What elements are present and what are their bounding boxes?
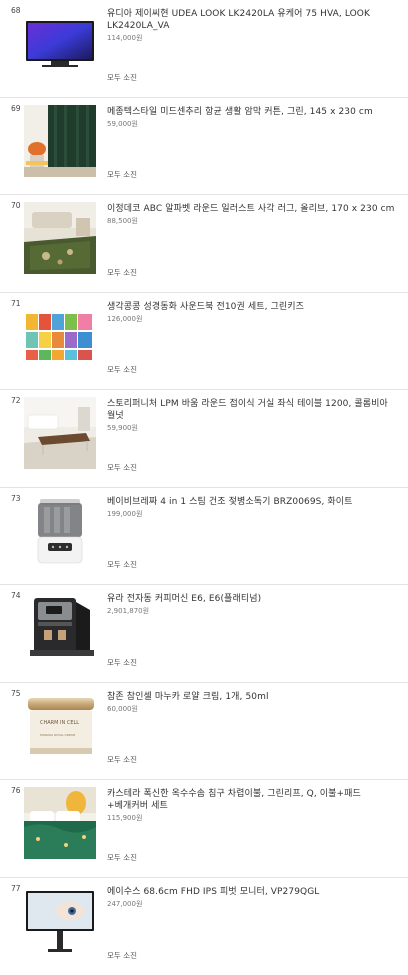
monitor-image	[24, 7, 96, 79]
bedding-image	[24, 787, 96, 859]
product-title[interactable]: 유디아 제이씨현 UDEA LOOK LK2420LA 유케어 75 HVA, …	[107, 8, 400, 32]
rank-number: 69	[11, 104, 21, 113]
sold-out-status: 모두 소진	[107, 462, 137, 473]
cream-jar-image: CHARM IN CELL MANUKA ROYAL CREAM	[24, 690, 96, 762]
product-title[interactable]: 에이수스 68.6cm FHD IPS 피벗 모니터, VP279QGL	[107, 886, 400, 898]
product-title[interactable]: 참존 참인셀 마누카 로얄 크림, 1개, 50ml	[107, 691, 400, 703]
product-price: 60,000원	[107, 704, 400, 714]
sold-out-status: 모두 소진	[107, 657, 137, 668]
rank-number: 73	[11, 494, 21, 503]
rug-image	[24, 202, 96, 274]
product-title[interactable]: 생각콩콩 성경동화 사운드북 전10권 세트, 그린키즈	[107, 301, 400, 313]
list-item[interactable]: 68 유디아 제이씨현 UDEA LOOK LK2420LA 유케어 75 HV…	[0, 0, 408, 98]
product-price: 115,900원	[107, 813, 400, 823]
product-price: 88,500원	[107, 216, 400, 226]
rank-number: 72	[11, 396, 21, 405]
product-price: 247,000원	[107, 899, 400, 909]
rank-number: 77	[11, 884, 21, 893]
product-price: 126,000원	[107, 314, 400, 324]
jar-sub-label: MANUKA ROYAL CREAM	[40, 733, 76, 737]
list-item[interactable]: 69 메종텍스타일 미드센추리 항균 생활 암막 커튼, 그린, 145 x 2…	[0, 98, 408, 196]
rank-number: 68	[11, 6, 21, 15]
product-image[interactable]	[24, 202, 96, 274]
sold-out-status: 모두 소진	[107, 267, 137, 278]
sold-out-status: 모두 소진	[107, 852, 137, 863]
product-image[interactable]	[24, 495, 96, 567]
product-image[interactable]	[24, 592, 96, 664]
rank-number: 74	[11, 591, 21, 600]
coffee-machine-image	[24, 592, 96, 664]
product-price: 2,901,870원	[107, 606, 400, 616]
list-item[interactable]: 73 베이비브레짜 4 in 1 스팀 건조 젖병소독기 BRZ0069S, 화…	[0, 488, 408, 586]
list-item[interactable]: 70 이정데코 ABC 알파벳 라운드 일러스트 사각 러그, 올리브, 170…	[0, 195, 408, 293]
product-image[interactable]	[24, 105, 96, 177]
product-price: 199,000원	[107, 509, 400, 519]
product-title[interactable]: 메종텍스타일 미드센추리 항균 생활 암막 커튼, 그린, 145 x 230 …	[107, 106, 400, 118]
sold-out-status: 모두 소진	[107, 754, 137, 765]
sterilizer-image	[24, 495, 96, 567]
product-title[interactable]: 카스테라 폭신한 옥수수솜 침구 차렵이불, 그린리프, Q, 이불+패드+베개…	[107, 788, 400, 812]
monitor2-image	[24, 885, 96, 957]
product-title[interactable]: 베이비브레짜 4 in 1 스팀 건조 젖병소독기 BRZ0069S, 화이트	[107, 496, 400, 508]
sold-out-status: 모두 소진	[107, 169, 137, 180]
list-item[interactable]: 72 스토리퍼니처 LPM 바움 라운드 접이식 거실 좌식 테이블 1200,…	[0, 390, 408, 488]
product-title[interactable]: 스토리퍼니처 LPM 바움 라운드 접이식 거실 좌식 테이블 1200, 콜롬…	[107, 398, 400, 422]
list-item[interactable]: 77 에이수스 68.6cm FHD IPS 피벗 모니터, VP279QGL …	[0, 878, 408, 975]
jar-label: CHARM IN CELL	[40, 720, 79, 726]
curtain-image	[24, 105, 96, 177]
sold-out-status: 모두 소진	[107, 72, 137, 83]
books-image	[24, 300, 96, 372]
rank-number: 76	[11, 786, 21, 795]
list-item[interactable]: 76 카스테라 폭신한 옥수수솜 침구 차렵이불, 그린리프, Q, 이불+패드…	[0, 780, 408, 878]
sold-out-status: 모두 소진	[107, 364, 137, 375]
product-price: 59,900원	[107, 423, 400, 433]
product-price: 59,000원	[107, 119, 400, 129]
product-image[interactable]	[24, 397, 96, 469]
sold-out-status: 모두 소진	[107, 950, 137, 961]
rank-number: 70	[11, 201, 21, 210]
table-image	[24, 397, 96, 469]
sold-out-status: 모두 소진	[107, 559, 137, 570]
product-list: 68 유디아 제이씨현 UDEA LOOK LK2420LA 유케어 75 HV…	[0, 0, 408, 975]
product-image[interactable]	[24, 885, 96, 957]
rank-number: 71	[11, 299, 21, 308]
list-item[interactable]: 74 유라 전자동 커피머신 E6, E6(플래티넘) 2,901,870원 모…	[0, 585, 408, 683]
product-image[interactable]	[24, 7, 96, 79]
product-image[interactable]: CHARM IN CELL MANUKA ROYAL CREAM	[24, 690, 96, 762]
product-image[interactable]	[24, 300, 96, 372]
list-item[interactable]: 71 생각콩콩 성경동화 사운드북 전10	[0, 293, 408, 391]
rank-number: 75	[11, 689, 21, 698]
product-price: 114,000원	[107, 33, 400, 43]
list-item[interactable]: 75 CHARM IN CELL MANUKA ROYAL CREAM	[0, 683, 408, 781]
product-image[interactable]	[24, 787, 96, 859]
product-title[interactable]: 유라 전자동 커피머신 E6, E6(플래티넘)	[107, 593, 400, 605]
product-title[interactable]: 이정데코 ABC 알파벳 라운드 일러스트 사각 러그, 올리브, 170 x …	[107, 203, 400, 215]
